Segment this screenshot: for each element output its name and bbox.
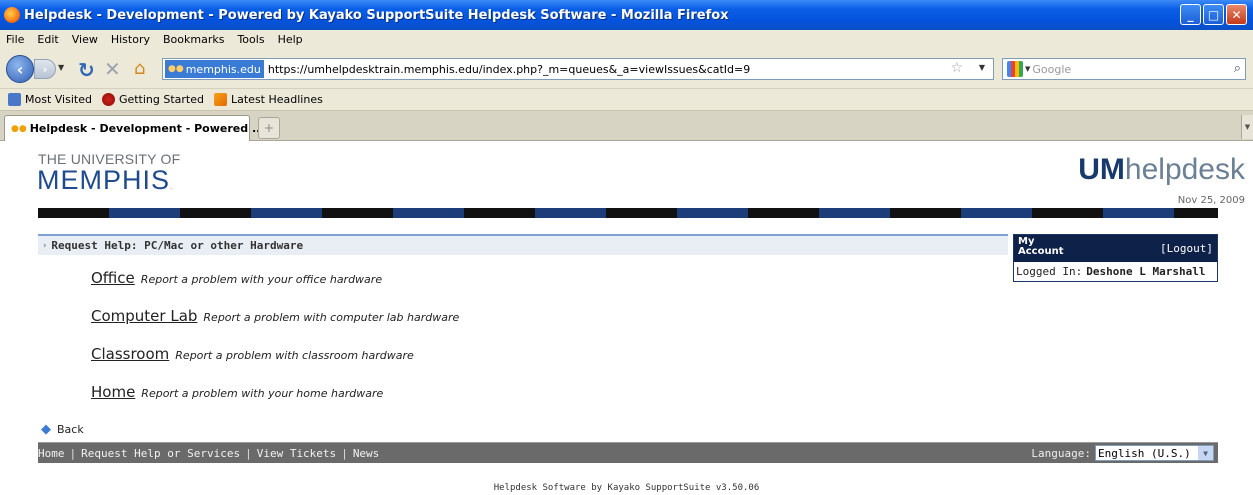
site-identity-button[interactable]: ●● memphis.edu [165,60,264,78]
site-identity-label: memphis.edu [185,62,261,76]
chevron-down-icon[interactable]: ▼ [1198,446,1213,460]
google-icon[interactable] [1007,61,1023,77]
brand-rest: helpdesk [1124,153,1245,186]
search-input[interactable]: Google [1032,63,1071,76]
firefox-icon [4,7,20,23]
new-tab-button[interactable]: + [258,117,280,139]
footer-separator: | [69,446,77,460]
back-link[interactable]: ◆ Back [41,422,84,437]
footer-nav: Home | Request Help or Services | View T… [38,442,1218,463]
my-account-link[interactable]: My Account [1018,237,1063,257]
bookmark-getting-started[interactable]: Getting Started [101,93,204,106]
minimize-button[interactable]: _ [1180,4,1201,25]
umhelpdesk-logo[interactable]: UMhelpdesk [1078,153,1245,187]
language-selector: Language: English (U.S.) ▼ [1031,445,1214,461]
tab-helpdesk[interactable]: ●● Helpdesk - Development - Powered ... [4,115,264,141]
back-label: Back [57,423,84,436]
category-computer-lab: Computer Lab Report a problem with compu… [91,307,459,325]
tab-strip: ●● Helpdesk - Development - Powered ... … [0,111,1253,141]
menu-bookmarks[interactable]: Bookmarks [163,33,224,46]
menu-history[interactable]: History [111,33,150,46]
page-content: THE UNIVERSITY OF MEMPHIS. UMhelpdesk No… [0,142,1253,495]
category-home: Home Report a problem with your home har… [91,383,383,401]
navigation-toolbar: ‹ › ▼ ↻ ✕ ⌂ ●● memphis.edu https://umhel… [0,49,1253,89]
bookmark-star-icon[interactable]: ☆ [950,60,963,76]
category-description: Report a problem with your home hardware [141,387,384,400]
history-dropdown-icon[interactable]: ▼ [58,63,64,72]
maximize-button[interactable]: □ [1203,4,1224,25]
menu-view[interactable]: View [72,33,98,46]
category-link-computer-lab[interactable]: Computer Lab [91,307,197,325]
url-bar[interactable]: ●● memphis.edu https://umhelpdesktrain.m… [162,58,994,80]
category-description: Report a problem with computer lab hardw… [203,311,460,324]
account-panel: My Account [Logout] Logged In: Deshone L… [1013,234,1218,282]
logged-in-label: Logged In: [1016,265,1083,278]
menu-edit[interactable]: Edit [37,33,58,46]
powered-by-text: Helpdesk Software by Kayako SupportSuite… [493,483,760,493]
getting-started-icon [101,93,115,106]
category-classroom: Classroom Report a problem with classroo… [91,345,414,363]
bookmark-label: Most Visited [25,93,92,106]
close-button[interactable]: ✕ [1226,4,1247,25]
footer-link-view-tickets[interactable]: View Tickets [257,447,336,460]
menu-help[interactable]: Help [278,33,303,46]
reload-icon[interactable]: ↻ [78,58,95,82]
footer-separator: | [341,446,348,460]
bookmarks-toolbar: Most Visited Getting Started Latest Head… [0,89,1253,111]
bookmark-most-visited[interactable]: Most Visited [8,93,92,106]
category-description: Report a problem with your office hardwa… [140,273,383,286]
forward-arrow-icon[interactable]: › [34,59,56,79]
menu-tools[interactable]: Tools [237,33,264,46]
category-office: Office Report a problem with your office… [91,269,382,287]
category-link-home[interactable]: Home [91,383,135,401]
logout-link[interactable]: [Logout] [1160,242,1213,255]
bookmark-latest-headlines[interactable]: Latest Headlines [214,93,323,106]
back-arrow-icon[interactable]: ‹ [6,55,34,83]
category-link-office[interactable]: Office [91,269,135,287]
search-box[interactable]: ▼ Google ⌕ [1002,58,1246,80]
category-description: Report a problem with classroom hardware [175,349,414,362]
stop-icon[interactable]: ✕ [104,57,121,81]
most-visited-icon [8,93,21,106]
search-icon[interactable]: ⌕ [1234,61,1241,76]
tab-list-dropdown-icon[interactable]: ▼ [1241,115,1253,139]
section-title-bar: › Request Help: PC/Mac or other Hardware [38,234,1008,255]
search-engine-dropdown-icon[interactable]: ▼ [1025,65,1030,73]
rss-feed-icon [214,93,227,106]
url-text[interactable]: https://umhelpdesktrain.memphis.edu/inde… [268,63,750,76]
menu-bar: File Edit View History Bookmarks Tools H… [0,30,1253,49]
home-icon[interactable]: ⌂ [134,58,145,79]
account-header: My Account [Logout] [1014,235,1217,262]
section-title: Request Help: PC/Mac or other Hardware [51,239,304,252]
site-favicon-icon: ●● [168,64,184,74]
bookmark-label: Latest Headlines [231,93,323,106]
logged-in-info: Logged In: Deshone L Marshall [1014,262,1217,281]
bookmark-label: Getting Started [118,93,204,106]
footer-separator: | [245,446,252,460]
footer-link-request-help[interactable]: Request Help or Services [81,447,240,460]
window-title: Helpdesk - Development - Powered by Kaya… [24,7,729,23]
brand-bold: UM [1078,153,1125,186]
header-stripe [38,208,1218,218]
university-logo-text: MEMPHIS [37,165,171,195]
logged-in-user: Deshone L Marshall [1086,265,1206,278]
university-logo[interactable]: MEMPHIS. [37,165,173,196]
tab-label: Helpdesk - Development - Powered ... [29,122,265,135]
current-date: Nov 25, 2009 [1177,195,1245,206]
window-titlebar: Helpdesk - Development - Powered by Kaya… [0,0,1253,30]
category-link-classroom[interactable]: Classroom [91,345,169,363]
language-select[interactable]: English (U.S.) ▼ [1095,445,1214,461]
footer-link-home[interactable]: Home [38,447,65,460]
tab-favicon-icon: ●● [11,123,27,134]
footer-link-news[interactable]: News [353,447,380,460]
menu-file[interactable]: File [6,33,24,46]
account-title-line2: Account [1018,246,1064,257]
url-dropdown-icon[interactable]: ▼ [979,63,985,72]
back-arrow-icon: ◆ [41,422,51,437]
language-value: English (U.S.) [1098,446,1191,460]
language-label: Language: [1031,446,1091,460]
section-arrow-icon: › [42,240,48,251]
